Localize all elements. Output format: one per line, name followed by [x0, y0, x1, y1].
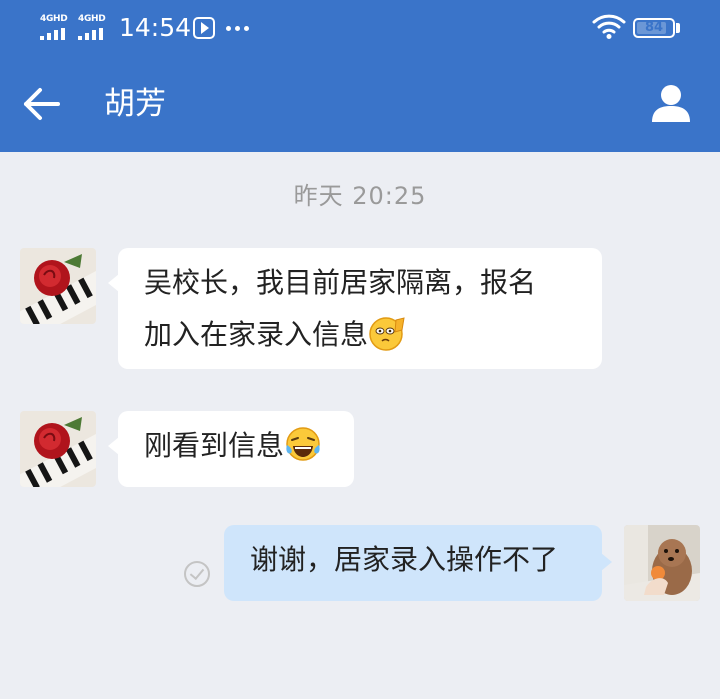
- wifi-icon: [592, 14, 626, 39]
- profile-button[interactable]: [646, 82, 696, 126]
- sim2-network-label: 4GHD: [78, 14, 106, 24]
- message-text: 刚看到信息: [144, 429, 285, 462]
- outgoing-message-bubble[interactable]: 谢谢，居家录入操作不了: [224, 525, 612, 601]
- back-arrow-icon: [24, 88, 60, 120]
- tears-of-joy-emoji-icon: [286, 427, 320, 461]
- chat-screen: 4GHD 4GHD 14:54 84 胡芳 昨天 20:25 吴校长，我目前居家…: [0, 0, 720, 699]
- salute-face-emoji-icon: [369, 317, 405, 351]
- media-player-icon: [193, 17, 215, 39]
- read-check-icon: [184, 561, 210, 587]
- status-bar: 4GHD 4GHD 14:54 84: [0, 0, 720, 56]
- status-time: 14:54: [119, 13, 192, 42]
- battery-cap: [676, 23, 680, 33]
- person-icon: [652, 85, 690, 122]
- contact-avatar[interactable]: [20, 411, 96, 487]
- sim2-signal-icon: 4GHD: [78, 14, 112, 40]
- sim1-network-label: 4GHD: [40, 14, 68, 24]
- dog-avatar-icon: [624, 525, 700, 601]
- rose-piano-avatar-icon: [20, 411, 96, 487]
- my-avatar[interactable]: [624, 525, 700, 601]
- contact-name: 胡芳: [104, 86, 166, 122]
- battery-icon: 84: [633, 18, 675, 38]
- incoming-message-bubble[interactable]: 吴校长，我目前居家隔离，报名 加入在家录入信息: [108, 248, 602, 369]
- back-button[interactable]: [20, 82, 66, 126]
- message-text-line2: 加入在家录入信息: [144, 318, 369, 351]
- message-text-line1: 吴校长，我目前居家隔离，报名: [144, 266, 537, 299]
- message-timestamp: 昨天 20:25: [293, 182, 427, 210]
- rose-piano-avatar-icon: [20, 248, 96, 324]
- sim1-signal-icon: 4GHD: [40, 14, 74, 40]
- contact-avatar[interactable]: [20, 248, 96, 324]
- incoming-message-bubble[interactable]: 刚看到信息: [108, 411, 354, 487]
- chat-header: 胡芳: [0, 56, 720, 152]
- message-text: 谢谢，居家录入操作不了: [250, 543, 559, 576]
- more-dots-icon: [226, 26, 252, 32]
- battery-level: 84: [644, 20, 664, 35]
